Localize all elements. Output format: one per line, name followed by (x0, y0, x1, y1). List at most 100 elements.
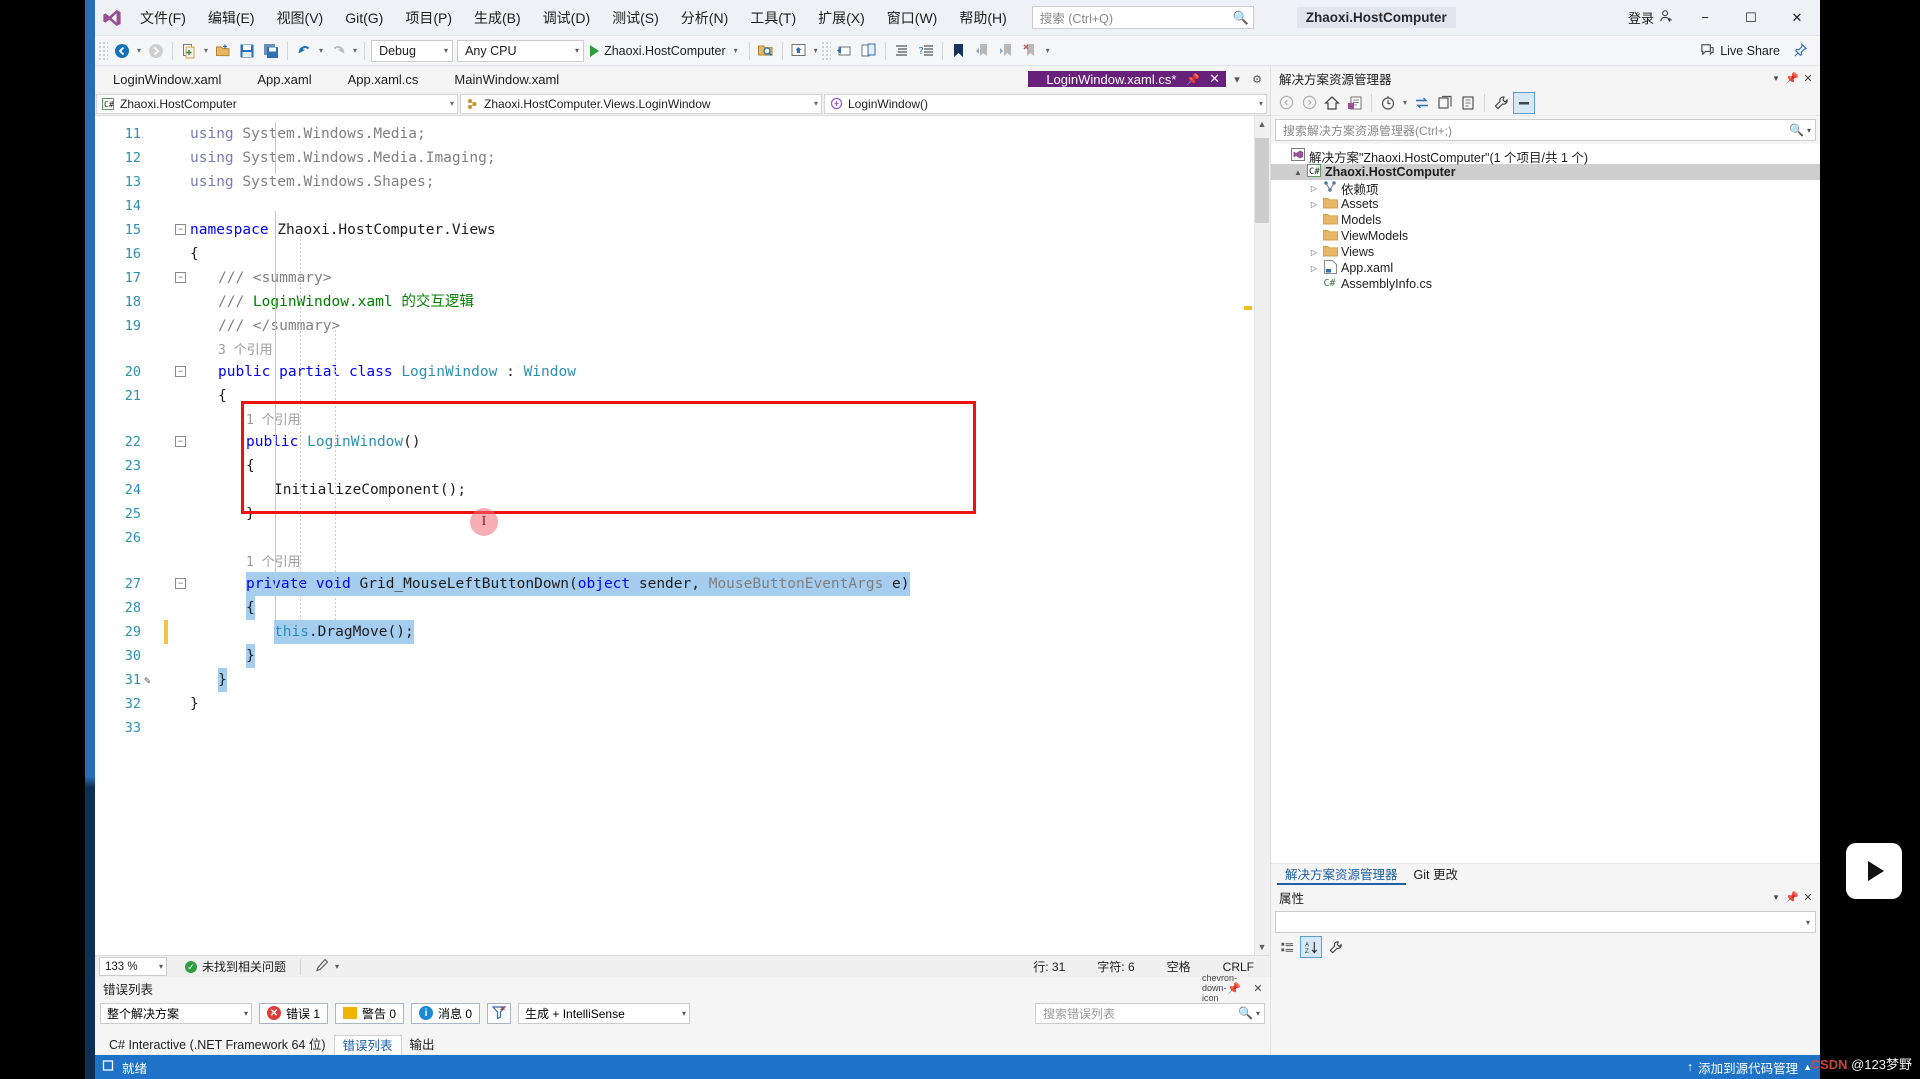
code-reference-annotation[interactable]: 3 个引用 (95, 338, 1270, 362)
errors-toggle-button[interactable]: ✕ 错误 1 (259, 1002, 329, 1024)
home-icon[interactable] (1321, 92, 1343, 114)
menu-help[interactable]: 帮助(H) (948, 0, 1017, 36)
scroll-up-arrow[interactable]: ▲ (1256, 119, 1268, 129)
properties-object-dropdown[interactable]: ▾ (1275, 911, 1816, 933)
menu-file[interactable]: 文件(F) (129, 0, 197, 36)
code-reference-annotation[interactable]: 1 个引用 (95, 550, 1270, 574)
pin-icon[interactable] (1788, 39, 1812, 63)
tree-item-assets[interactable]: ▷ Assets (1271, 196, 1820, 212)
undo-dropdown-caret[interactable]: ▾ (316, 46, 326, 55)
chevron-down-icon[interactable]: ▾ (1228, 73, 1246, 86)
navigate-back-icon[interactable] (110, 39, 134, 63)
messages-toggle-button[interactable]: i 消息 0 (411, 1002, 481, 1024)
comment-icon[interactable]: ? (914, 39, 938, 63)
tab-error-list[interactable]: 错误列表 (333, 1035, 402, 1055)
alphabetical-icon[interactable]: AZ (1300, 936, 1322, 958)
menu-window[interactable]: 窗口(W) (876, 0, 949, 36)
history-dropdown-caret[interactable]: ▾ (1400, 98, 1410, 107)
fold-toggle-icon[interactable]: − (175, 366, 186, 377)
history-icon[interactable] (1377, 92, 1399, 114)
save-icon[interactable] (235, 39, 259, 63)
code-line[interactable]: 21 { (95, 384, 1270, 408)
scroll-down-arrow[interactable]: ▼ (1256, 942, 1268, 952)
chevron-down-icon[interactable]: ▾ (1253, 1009, 1260, 1018)
code-line[interactable]: 19 /// </summary> (95, 314, 1270, 338)
clear-bookmarks-icon[interactable] (1019, 39, 1043, 63)
menu-analyze[interactable]: 分析(N) (670, 0, 739, 36)
live-share-button[interactable]: Live Share (1692, 39, 1788, 63)
pen-tool[interactable]: ▾ (315, 958, 339, 975)
menu-view[interactable]: 视图(V) (266, 0, 335, 36)
solution-configuration-combo[interactable]: Debug ▾ (371, 39, 454, 62)
code-reference-annotation[interactable]: 1 个引用 (95, 408, 1270, 432)
menu-test[interactable]: 测试(S) (601, 0, 670, 36)
chevron-down-icon[interactable]: ▾ (1804, 126, 1811, 135)
code-line[interactable]: 29 this.DragMove(); (95, 620, 1270, 644)
back-dropdown-caret[interactable]: ▾ (134, 46, 144, 55)
code-line[interactable]: 27 − private void Grid_MouseLeftButtonDown… (95, 572, 1270, 596)
code-line[interactable]: 11 using System.Windows.Media; (95, 122, 1270, 146)
toolbar-grip[interactable] (98, 40, 108, 61)
tree-expander-icon[interactable]: ▷ (1307, 184, 1321, 193)
error-scope-dropdown[interactable]: 整个解决方案 ▾ (100, 1002, 252, 1024)
refresh-icon[interactable] (1434, 92, 1456, 114)
tree-expander-icon[interactable]: ▷ (1307, 200, 1321, 209)
scrollbar-thumb[interactable] (1255, 138, 1269, 223)
pending-changes-icon[interactable] (1344, 92, 1366, 114)
code-line[interactable]: 32} (95, 692, 1270, 716)
back-icon[interactable] (1275, 92, 1297, 114)
fold-toggle-icon[interactable]: − (175, 578, 186, 589)
tab-solution-explorer[interactable]: 解决方案资源管理器 (1277, 865, 1406, 885)
gear-icon[interactable]: ⚙ (1248, 73, 1266, 86)
code-line[interactable]: 15 − namespace Zhaoxi.HostComputer.Views (95, 218, 1270, 242)
toolbar-overflow-caret[interactable]: ▾ (1043, 46, 1053, 55)
tab-git-changes[interactable]: Git 更改 (1406, 865, 1466, 885)
tree-item-[interactable]: ▷ 依赖项 (1271, 180, 1820, 197)
add-to-source-control-button[interactable]: ↑ 添加到源代码管理 ▲ (1687, 1058, 1812, 1077)
code-line[interactable]: 12 using System.Windows.Media.Imaging; (95, 146, 1270, 170)
tree-item-app-xaml[interactable]: ▷ App.xaml (1271, 259, 1820, 276)
close-button[interactable]: ✕ (1774, 0, 1820, 36)
solution-explorer-search[interactable]: 搜索解决方案资源管理器(Ctrl+;) 🔍 ▾ (1275, 119, 1816, 141)
issue-status[interactable]: ✓ 未找到相关问题 (185, 958, 286, 975)
toggle-panel-icon[interactable] (857, 39, 881, 63)
code-editor-surface[interactable]: 11 using System.Windows.Media; 12 using Sys… (95, 116, 1270, 955)
code-line[interactable]: 30} (95, 644, 1270, 668)
warnings-toggle-button[interactable]: 警告 0 (335, 1002, 405, 1024)
menu-project[interactable]: 项目(P) (394, 0, 463, 36)
tab-output[interactable]: 输出 (402, 1035, 443, 1055)
preview-window-icon[interactable] (787, 39, 811, 63)
tab-app-xaml-cs[interactable]: App.xaml.cs (329, 66, 437, 92)
preview-dropdown-caret[interactable]: ▾ (811, 46, 821, 55)
pin-icon[interactable]: 📌 (1784, 891, 1800, 904)
find-in-files-icon[interactable] (754, 39, 778, 63)
tree-item-models[interactable]: Models (1271, 212, 1820, 228)
navigate-forward-icon[interactable] (144, 39, 168, 63)
show-all-files-icon[interactable] (1513, 91, 1536, 114)
code-line[interactable]: 25} (95, 502, 1270, 526)
toolbar-grip-2[interactable] (820, 40, 831, 61)
code-line[interactable]: 18 /// LoginWindow.xaml 的交互逻辑 (95, 290, 1270, 314)
properties-wrench-icon[interactable] (1324, 936, 1346, 958)
tree-expander-icon[interactable]: ▲ (1291, 168, 1305, 177)
navbar-type-dropdown[interactable]: Zhaoxi.HostComputer.Views.LoginWindow ▾ (460, 93, 822, 114)
solution-tree[interactable]: 解决方案"Zhaoxi.HostComputer"(1 个项目/共 1 个) ▲ C… (1271, 144, 1820, 863)
redo-dropdown-caret[interactable]: ▾ (350, 46, 360, 55)
close-icon[interactable]: ✕ (1800, 72, 1816, 85)
code-line[interactable]: 26 (95, 526, 1270, 550)
start-dropdown-caret[interactable]: ▾ (731, 46, 741, 55)
next-bookmark-icon[interactable] (995, 39, 1019, 63)
tab-csharp-interactive[interactable]: C# Interactive (.NET Framework 64 位) (101, 1035, 334, 1055)
menu-tools[interactable]: 工具(T) (739, 0, 807, 36)
close-icon[interactable]: ✕ (1209, 71, 1220, 87)
collapse-all-icon[interactable] (1457, 92, 1479, 114)
code-line[interactable]: 16 { (95, 242, 1270, 266)
floating-play-button[interactable] (1846, 843, 1902, 899)
code-line[interactable]: 33 (95, 716, 1270, 740)
properties-wrench-icon[interactable] (1490, 92, 1512, 114)
menu-debug[interactable]: 调试(D) (532, 0, 601, 36)
navbar-member-dropdown[interactable]: LoginWindow() ▾ (824, 93, 1267, 114)
tab-mainwindow-xaml[interactable]: MainWindow.xaml (436, 66, 578, 92)
build-filter-dropdown[interactable]: 生成 + IntelliSense ▾ (518, 1002, 691, 1024)
zoom-level-dropdown[interactable]: 133 % ▾ (99, 957, 167, 976)
